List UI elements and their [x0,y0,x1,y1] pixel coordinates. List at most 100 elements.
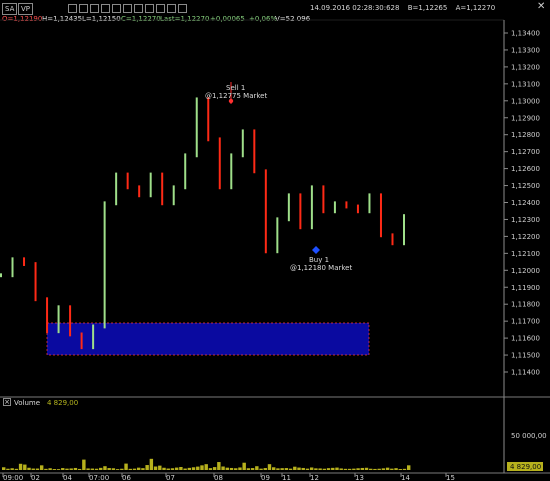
time-axis-label: 15 [446,474,455,481]
volume-bar [65,468,69,470]
volume-bar [2,467,6,470]
time-axis-label: 07 [166,474,175,481]
volume-bar [31,468,35,470]
volume-bar [115,469,120,470]
sell-marker[interactable]: Sell 1 @1,12775 Market [205,82,267,104]
buy-marker[interactable]: Buy 1 @1,12180 Market [290,246,352,272]
price-axis-label: 1,12600 [511,165,540,173]
volume-bar [229,467,234,470]
volume-bar [170,468,175,470]
volume-bar [335,467,339,470]
buy-detail: @1,12180 Market [290,264,352,272]
volume-close-icon[interactable]: × [3,398,11,406]
price-axis-label: 1,13200 [511,63,540,71]
volume-bar [280,468,284,470]
volume-bar [377,468,381,470]
volume-bar [390,468,394,470]
time-axis-label: 14 [401,474,410,481]
sell-label: Sell 1 [226,84,245,92]
volume-bar [44,468,48,470]
volume-bar [238,467,242,470]
volume-bar [179,466,183,470]
volume-bar [234,468,238,470]
volume-bar [94,468,99,470]
price-axis-ticks: 1,13400 1,13300 1,13200 1,13100 1,13000 1,129… [504,30,540,377]
volume-bar [369,468,373,470]
volume-bar [225,467,230,470]
volume-bar [259,468,263,470]
volume-bar [352,468,356,470]
volume-bar [217,462,221,470]
price-axis-label: 1,11800 [511,301,540,309]
price-candles [0,97,405,350]
volume-bar [200,465,204,470]
volume-bar [314,468,318,470]
time-axis-label: 09 [261,474,270,481]
price-axis-label: 1,11600 [511,335,540,343]
time-axis-label: 02 [31,474,40,481]
volume-bar [183,468,187,470]
volume-bar [128,468,132,470]
volume-bar [166,468,170,470]
volume-bar [77,468,82,470]
volume-bar [90,468,95,470]
volume-bar [318,468,322,470]
volume-bar [407,465,411,470]
volume-bar [284,468,289,470]
volume-bar [398,469,402,470]
price-axis-label: 1,13100 [511,80,540,88]
volume-bar [322,468,327,470]
volume-bar [402,468,407,470]
volume-bar [103,466,107,470]
volume-bar [6,468,10,470]
price-axis-label: 1,11900 [511,284,540,292]
volume-bar [212,467,217,470]
volume-bar [267,464,272,470]
sell-detail: @1,12775 Market [205,92,267,100]
volume-bar [204,464,208,470]
price-axis-label: 1,12900 [511,114,540,122]
volume-bar [120,468,124,470]
volume-bar [221,466,225,470]
volume-bar [23,464,27,470]
time-axis-label: 13 [355,474,364,481]
time-axis-label: 11 [282,474,291,481]
price-axis-label: 1,12700 [511,148,540,156]
volume-bar [331,467,335,470]
volume-bar [326,468,331,470]
volume-bar [364,467,369,470]
price-axis-label: 1,12800 [511,131,540,139]
price-axis-label: 1,11400 [511,369,540,377]
volume-bar [255,466,259,470]
volume-bar [14,468,19,470]
volume-bar [191,467,196,470]
volume-bar [149,458,154,470]
price-axis-label: 1,12500 [511,182,540,190]
volume-bar [73,467,78,470]
volume-last-badge-text: 4 829,00 [510,463,541,471]
volume-bar [309,467,314,470]
volume-bar [86,468,90,470]
volume-bar [305,468,310,470]
volume-bar [381,468,386,470]
price-axis-label: 1,13000 [511,97,540,105]
volume-bar [52,469,57,470]
time-axis-label: 08 [214,474,223,481]
volume-bar [10,468,14,470]
volume-bar [39,465,44,470]
volume-bar [18,463,23,470]
time-axis-label: 06 [122,474,131,481]
volume-bar [35,468,40,470]
volume-bar [373,468,377,470]
volume-bar [69,468,73,470]
time-axis-label: 12 [310,474,319,481]
time-axis-label: 07:00 [89,474,109,481]
volume-bar [124,463,128,470]
volume-bar [246,468,251,470]
volume-bar [48,468,52,470]
volume-bar [111,468,116,470]
volume-bar [61,468,65,470]
price-axis-label: 1,12400 [511,199,540,207]
volume-bar [347,468,352,470]
volume-bar [293,466,297,470]
